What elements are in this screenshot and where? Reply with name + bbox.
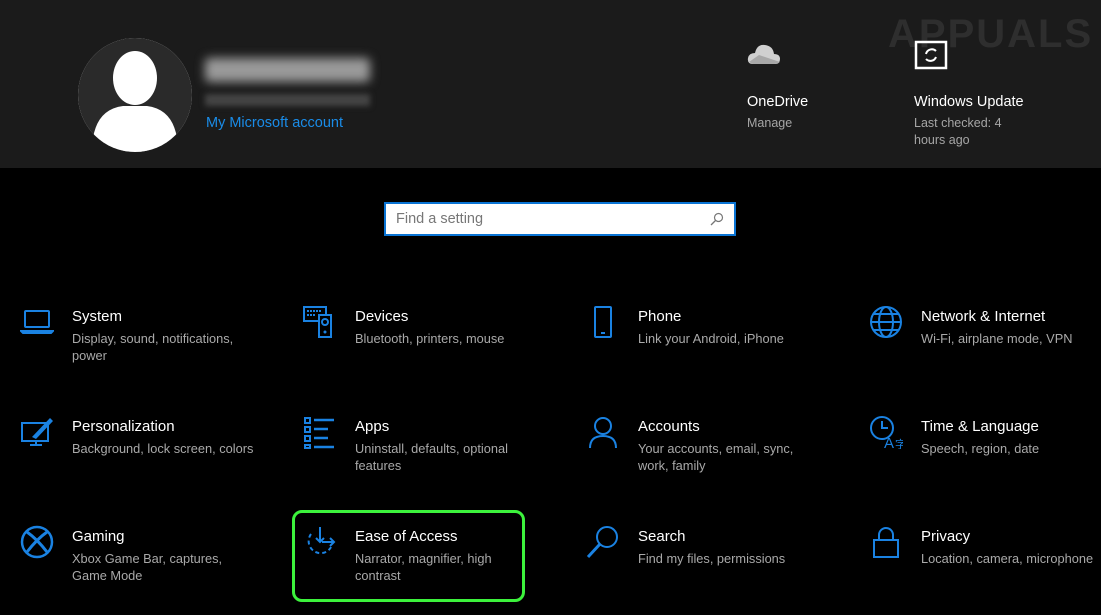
category-personalization[interactable]: Personalization Background, lock screen,… bbox=[20, 415, 260, 505]
category-search[interactable]: Search Find my files, permissions bbox=[586, 525, 826, 615]
category-title: Search bbox=[638, 528, 823, 545]
svg-text:A: A bbox=[884, 435, 894, 449]
category-gaming[interactable]: Gaming Xbox Game Bar, captures, Game Mod… bbox=[20, 525, 260, 615]
find-setting-search-box[interactable] bbox=[384, 202, 736, 236]
category-subtitle: Your accounts, email, sync, work, family bbox=[638, 440, 823, 474]
clock-language-icon: A字 bbox=[869, 415, 921, 505]
search-icon bbox=[586, 525, 638, 615]
category-time-language[interactable]: A字 Time & Language Speech, region, date bbox=[869, 415, 1101, 505]
category-subtitle: Find my files, permissions bbox=[638, 550, 823, 567]
category-title: Accounts bbox=[638, 418, 823, 435]
category-title: Phone bbox=[638, 308, 823, 325]
category-privacy[interactable]: Privacy Location, camera, microphone bbox=[869, 525, 1101, 615]
category-subtitle: Bluetooth, printers, mouse bbox=[355, 330, 540, 347]
windows-update-title: Windows Update bbox=[914, 94, 1024, 110]
avatar bbox=[78, 38, 192, 152]
onedrive-quick-link[interactable]: OneDrive Manage bbox=[747, 40, 847, 132]
category-title: System bbox=[72, 308, 257, 325]
category-accounts[interactable]: Accounts Your accounts, email, sync, wor… bbox=[586, 415, 826, 505]
search-input[interactable] bbox=[396, 211, 710, 227]
windows-update-quick-link[interactable]: Windows Update Last checked: 4 hours ago bbox=[914, 40, 1024, 149]
category-subtitle: Location, camera, microphone bbox=[921, 550, 1101, 567]
category-network-internet[interactable]: Network & Internet Wi-Fi, airplane mode,… bbox=[869, 305, 1101, 395]
ease-of-access-icon bbox=[303, 525, 355, 615]
category-title: Privacy bbox=[921, 528, 1101, 545]
category-devices[interactable]: Devices Bluetooth, printers, mouse bbox=[303, 305, 543, 395]
keyboard-speaker-icon bbox=[303, 305, 355, 395]
category-title: Network & Internet bbox=[921, 308, 1101, 325]
laptop-icon bbox=[20, 305, 72, 395]
my-microsoft-account-link[interactable]: My Microsoft account bbox=[206, 115, 343, 131]
person-icon bbox=[586, 415, 638, 505]
lock-icon bbox=[869, 525, 921, 615]
category-title: Gaming bbox=[72, 528, 257, 545]
category-subtitle: Display, sound, notifications, power bbox=[72, 330, 257, 364]
category-title: Apps bbox=[355, 418, 540, 435]
onedrive-title: OneDrive bbox=[747, 94, 847, 110]
account-email-blurred bbox=[205, 94, 370, 106]
phone-icon bbox=[586, 305, 638, 395]
svg-text:字: 字 bbox=[895, 437, 903, 449]
category-phone[interactable]: Phone Link your Android, iPhone bbox=[586, 305, 826, 395]
category-subtitle: Uninstall, defaults, optional features bbox=[355, 440, 540, 474]
category-title: Personalization bbox=[72, 418, 257, 435]
category-subtitle: Wi-Fi, airplane mode, VPN bbox=[921, 330, 1101, 347]
category-subtitle: Speech, region, date bbox=[921, 440, 1101, 457]
category-title: Time & Language bbox=[921, 418, 1101, 435]
globe-icon bbox=[869, 305, 921, 395]
xbox-icon bbox=[20, 525, 72, 615]
category-subtitle: Narrator, magnifier, high contrast bbox=[355, 550, 540, 584]
category-subtitle: Background, lock screen, colors bbox=[72, 440, 257, 457]
category-subtitle: Xbox Game Bar, captures, Game Mode bbox=[72, 550, 257, 584]
category-title: Devices bbox=[355, 308, 540, 325]
category-system[interactable]: System Display, sound, notifications, po… bbox=[20, 305, 260, 395]
search-icon[interactable] bbox=[710, 212, 724, 226]
windows-update-subtitle: Last checked: 4 hours ago bbox=[914, 115, 1014, 149]
category-apps[interactable]: Apps Uninstall, defaults, optional featu… bbox=[303, 415, 543, 505]
category-subtitle: Link your Android, iPhone bbox=[638, 330, 823, 347]
onedrive-subtitle: Manage bbox=[747, 115, 847, 132]
list-icon bbox=[303, 415, 355, 505]
category-title: Ease of Access bbox=[355, 528, 540, 545]
sync-icon bbox=[914, 40, 1024, 90]
category-ease-of-access[interactable]: Ease of Access Narrator, magnifier, high… bbox=[303, 525, 543, 615]
paintbrush-icon bbox=[20, 415, 72, 505]
account-header: My Microsoft account APPUALS OneDrive Ma… bbox=[0, 0, 1101, 168]
account-name-blurred bbox=[205, 58, 370, 82]
cloud-icon bbox=[747, 40, 847, 90]
